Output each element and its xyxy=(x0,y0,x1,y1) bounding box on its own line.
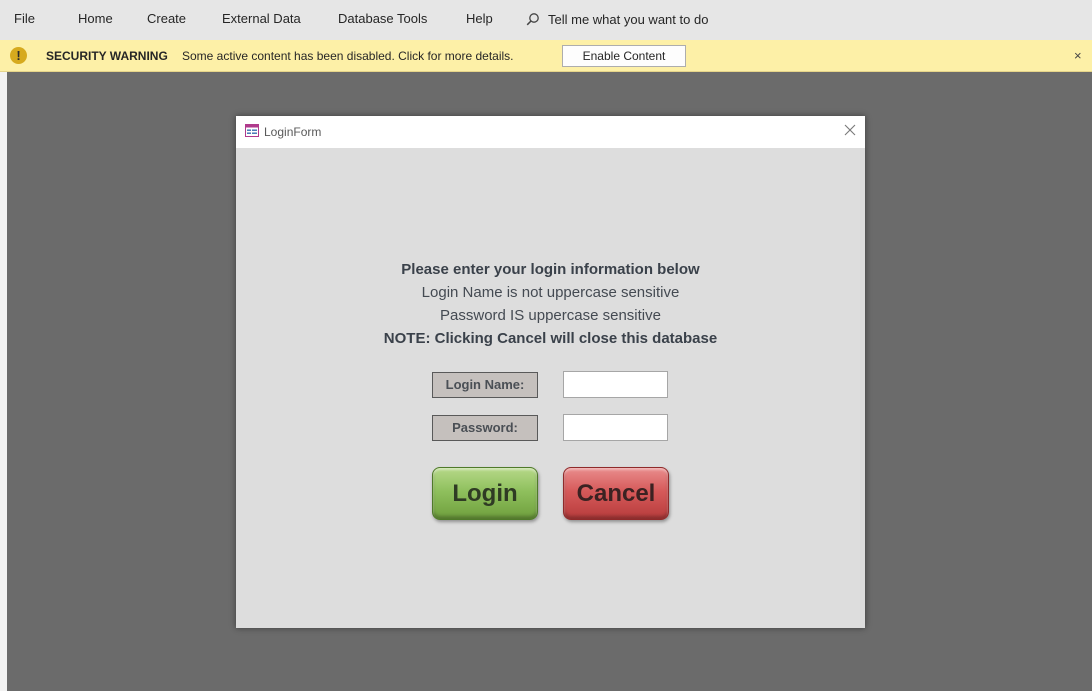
cancel-button[interactable]: Cancel xyxy=(563,467,669,520)
login-name-label: Login Name: xyxy=(432,372,538,398)
security-warning-title: SECURITY WARNING xyxy=(46,49,168,63)
menu-external-data[interactable]: External Data xyxy=(222,11,301,27)
menu-database-tools[interactable]: Database Tools xyxy=(338,11,427,27)
instruction-password: Password IS uppercase sensitive xyxy=(440,307,661,324)
warning-icon: ! xyxy=(10,47,27,64)
security-warning-text[interactable]: Some active content has been disabled. C… xyxy=(182,49,514,63)
menu-file[interactable]: File xyxy=(14,11,35,27)
instruction-login-name: Login Name is not uppercase sensitive xyxy=(421,284,680,301)
navigation-pane-edge xyxy=(0,72,7,691)
instruction-heading: Please enter your login information belo… xyxy=(401,261,700,278)
close-icon[interactable] xyxy=(842,122,858,138)
login-button[interactable]: Login xyxy=(432,467,538,520)
menu-help[interactable]: Help xyxy=(466,11,493,27)
enable-content-button[interactable]: Enable Content xyxy=(562,45,686,67)
tell-me-text: Tell me what you want to do xyxy=(548,11,709,27)
security-message-bar: ! SECURITY WARNING Some active content h… xyxy=(0,40,1092,72)
tell-me-box[interactable]: Tell me what you want to do xyxy=(526,10,708,28)
form-icon xyxy=(245,124,259,137)
ribbon-tab-bar: File Home Create External Data Database … xyxy=(0,0,1092,40)
password-label: Password: xyxy=(432,415,538,441)
form-title: LoginForm xyxy=(264,125,322,139)
search-icon xyxy=(526,12,540,26)
login-name-input[interactable] xyxy=(563,371,668,398)
password-input[interactable] xyxy=(563,414,668,441)
login-form-window: LoginForm Please enter your login inform… xyxy=(236,116,865,628)
close-icon[interactable]: × xyxy=(1074,48,1082,64)
menu-create[interactable]: Create xyxy=(147,11,186,27)
instruction-cancel-note: NOTE: Clicking Cancel will close this da… xyxy=(383,330,718,347)
form-title-bar: LoginForm xyxy=(236,116,865,148)
menu-home[interactable]: Home xyxy=(78,11,113,27)
